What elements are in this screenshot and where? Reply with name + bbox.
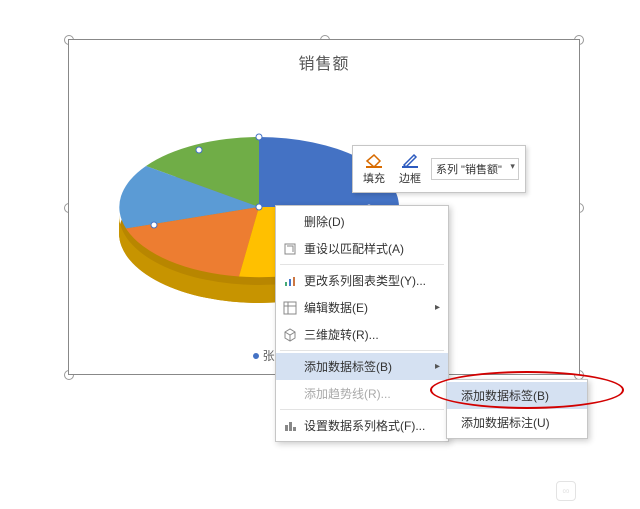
chart-type-icon <box>282 273 298 289</box>
legend-swatch <box>253 353 259 359</box>
reset-icon <box>282 241 298 257</box>
menu-reset-style[interactable]: 重设以匹配样式(A) <box>276 235 448 262</box>
menu-format-series[interactable]: 设置数据系列格式(F)... <box>276 412 448 439</box>
menu-change-chart-type[interactable]: 更改系列图表类型(Y)... <box>276 267 448 294</box>
series-selector[interactable]: 系列 "销售额" <box>431 158 519 180</box>
menu-add-trendline: 添加趋势线(R)... <box>276 380 448 407</box>
fill-label: 填充 <box>363 170 385 186</box>
submenu-add-labels: 添加数据标签(B) 添加数据标注(U) <box>446 379 588 439</box>
submenu-add-data-labels[interactable]: 添加数据标签(B) <box>447 382 587 409</box>
rotate-3d-icon <box>282 327 298 343</box>
pen-icon <box>399 152 421 170</box>
menu-3d-rotation[interactable]: 三维旋转(R)... <box>276 321 448 348</box>
watermark-logo-icon: ∞ <box>556 481 576 501</box>
submenu-arrow-icon: ▸ <box>435 361 440 372</box>
outline-label: 边框 <box>399 170 421 186</box>
submenu-add-data-callout[interactable]: 添加数据标注(U) <box>447 409 587 436</box>
outline-button[interactable]: 边框 <box>395 150 425 188</box>
edit-data-icon <box>282 300 298 316</box>
format-icon <box>282 418 298 434</box>
submenu-arrow-icon: ▸ <box>435 302 440 313</box>
menu-delete[interactable]: 删除(D) <box>276 208 448 235</box>
context-menu: 删除(D) 重设以匹配样式(A) 更改系列图表类型(Y)... 编辑数据(E) … <box>275 205 449 442</box>
paint-bucket-icon <box>363 152 385 170</box>
mini-toolbar: 填充 边框 系列 "销售额" <box>352 145 526 193</box>
menu-edit-data[interactable]: 编辑数据(E) ▸ <box>276 294 448 321</box>
menu-add-data-labels[interactable]: 添加数据标签(B) ▸ <box>276 353 448 380</box>
watermark: ∞ 悟空问答 <box>556 481 632 501</box>
fill-button[interactable]: 填充 <box>359 150 389 188</box>
chart-title: 销售额 <box>69 50 579 74</box>
